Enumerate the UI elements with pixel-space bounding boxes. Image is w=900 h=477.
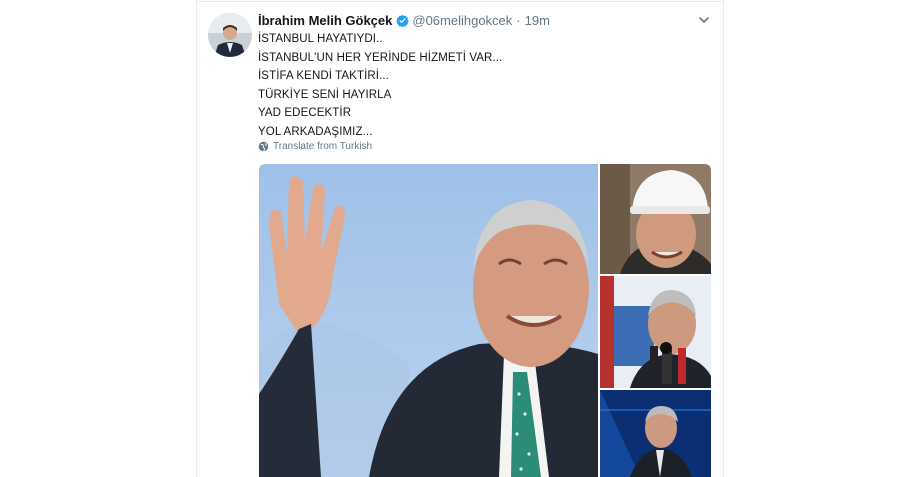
author-name[interactable]: İbrahim Melih Gökçek bbox=[258, 13, 392, 28]
chevron-down-icon[interactable] bbox=[697, 13, 711, 27]
author-avatar[interactable] bbox=[208, 13, 252, 57]
tweet-header: İbrahim Melih Gökçek @06melihgokcek · 19… bbox=[258, 11, 550, 29]
tweet-line: YAD EDECEKTİR bbox=[258, 107, 352, 120]
translate-label: Translate from Turkish bbox=[273, 141, 373, 152]
tweet-timestamp[interactable]: 19m bbox=[525, 13, 550, 28]
media-photo-helmet[interactable] bbox=[600, 164, 711, 274]
tweet-media-grid bbox=[259, 164, 711, 477]
media-photo-main[interactable] bbox=[259, 164, 598, 477]
separator-dot: · bbox=[516, 12, 521, 28]
media-photo-press[interactable] bbox=[600, 276, 711, 388]
globe-icon bbox=[258, 141, 269, 152]
tweet-line: YOL ARKADAŞIMIZ... bbox=[258, 125, 373, 138]
tweet-line: İSTANBUL HAYATIYDI.. bbox=[258, 33, 383, 45]
tweet-line: İSTİFA KENDİ TAKTİRİ... bbox=[258, 70, 389, 83]
media-photo-stage[interactable] bbox=[600, 390, 711, 477]
tweet-line: TÜRKİYE SENİ HAYIRLA bbox=[258, 88, 392, 101]
translate-link[interactable]: Translate from Turkish bbox=[258, 141, 372, 152]
tweet-text: İSTANBUL HAYATIYDI.. İSTANBUL'UN HER YER… bbox=[258, 30, 502, 142]
divider bbox=[196, 1, 723, 2]
author-handle[interactable]: @06melihgokcek bbox=[412, 13, 512, 28]
tweet-line: İSTANBUL'UN HER YERİNDE HİZMETİ VAR... bbox=[258, 51, 503, 64]
verified-badge-icon bbox=[396, 14, 410, 27]
